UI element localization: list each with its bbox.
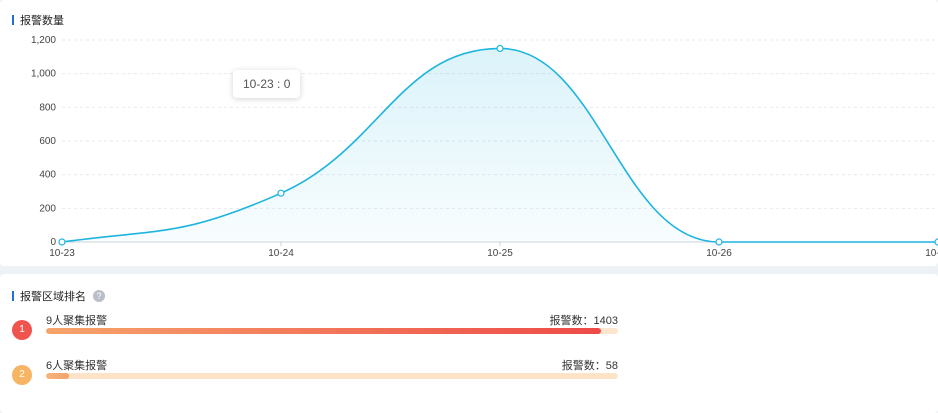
ranking-progress-fill — [46, 373, 69, 379]
area-ranking-card: 报警区域排名 ? 1 9人聚集报警 报警数：1403 2 6人聚集报警 报警数：… — [0, 274, 938, 413]
ranking-item-name: 6人聚集报警 — [46, 360, 108, 372]
ranking-progress-fill — [46, 328, 601, 334]
question-icon[interactable]: ? — [93, 290, 105, 302]
y-tick-label: 800 — [39, 102, 56, 113]
y-tick-label: 200 — [39, 203, 56, 214]
data-point[interactable] — [58, 238, 66, 246]
y-tick-label: 400 — [39, 170, 56, 181]
data-point[interactable] — [715, 238, 723, 246]
area-ranking-title-text: 报警区域排名 — [20, 291, 86, 303]
y-tick-label: 0 — [50, 237, 56, 248]
y-tick-label: 1,200 — [31, 35, 56, 46]
x-tick-label: 10-26 — [706, 248, 732, 259]
ranking-item[interactable]: 1 9人聚集报警 报警数：1403 — [12, 312, 618, 352]
y-tick-label: 1,000 — [31, 69, 56, 80]
ranking-progress-track — [46, 373, 618, 379]
x-tick-label: 10-23 — [49, 248, 75, 259]
rank-badge: 2 — [12, 365, 32, 385]
x-tick-label: 10-24 — [268, 248, 294, 259]
ranking-item-count: 报警数：1403 — [549, 315, 618, 327]
ranking-item-count: 报警数：58 — [561, 360, 618, 372]
ranking-item-name: 9人聚集报警 — [46, 315, 108, 327]
data-point[interactable] — [496, 44, 504, 53]
area-fill — [62, 48, 938, 243]
y-tick-label: 600 — [39, 136, 56, 147]
alarm-line-chart[interactable]: 0 200 400 600 800 1,000 1,200 10-23 10-24 10-25 10… — [0, 0, 938, 266]
ranking-progress-track — [46, 328, 618, 334]
data-point[interactable] — [277, 189, 285, 197]
title-accent-bar — [12, 291, 14, 301]
area-ranking-title: 报警区域排名 ? — [12, 288, 105, 304]
rank-badge: 1 — [12, 320, 32, 340]
alarm-count-card: 报警数量 0 200 400 600 800 1,000 1,200 10-23 10-24 10… — [0, 0, 938, 266]
x-tick-label: 10-25 — [487, 248, 513, 259]
chart-tooltip: 10-23 : 0 — [233, 70, 301, 98]
ranking-item[interactable]: 2 6人聚集报警 报警数：58 — [12, 357, 618, 397]
x-tick-label: 10-27 — [925, 248, 938, 259]
